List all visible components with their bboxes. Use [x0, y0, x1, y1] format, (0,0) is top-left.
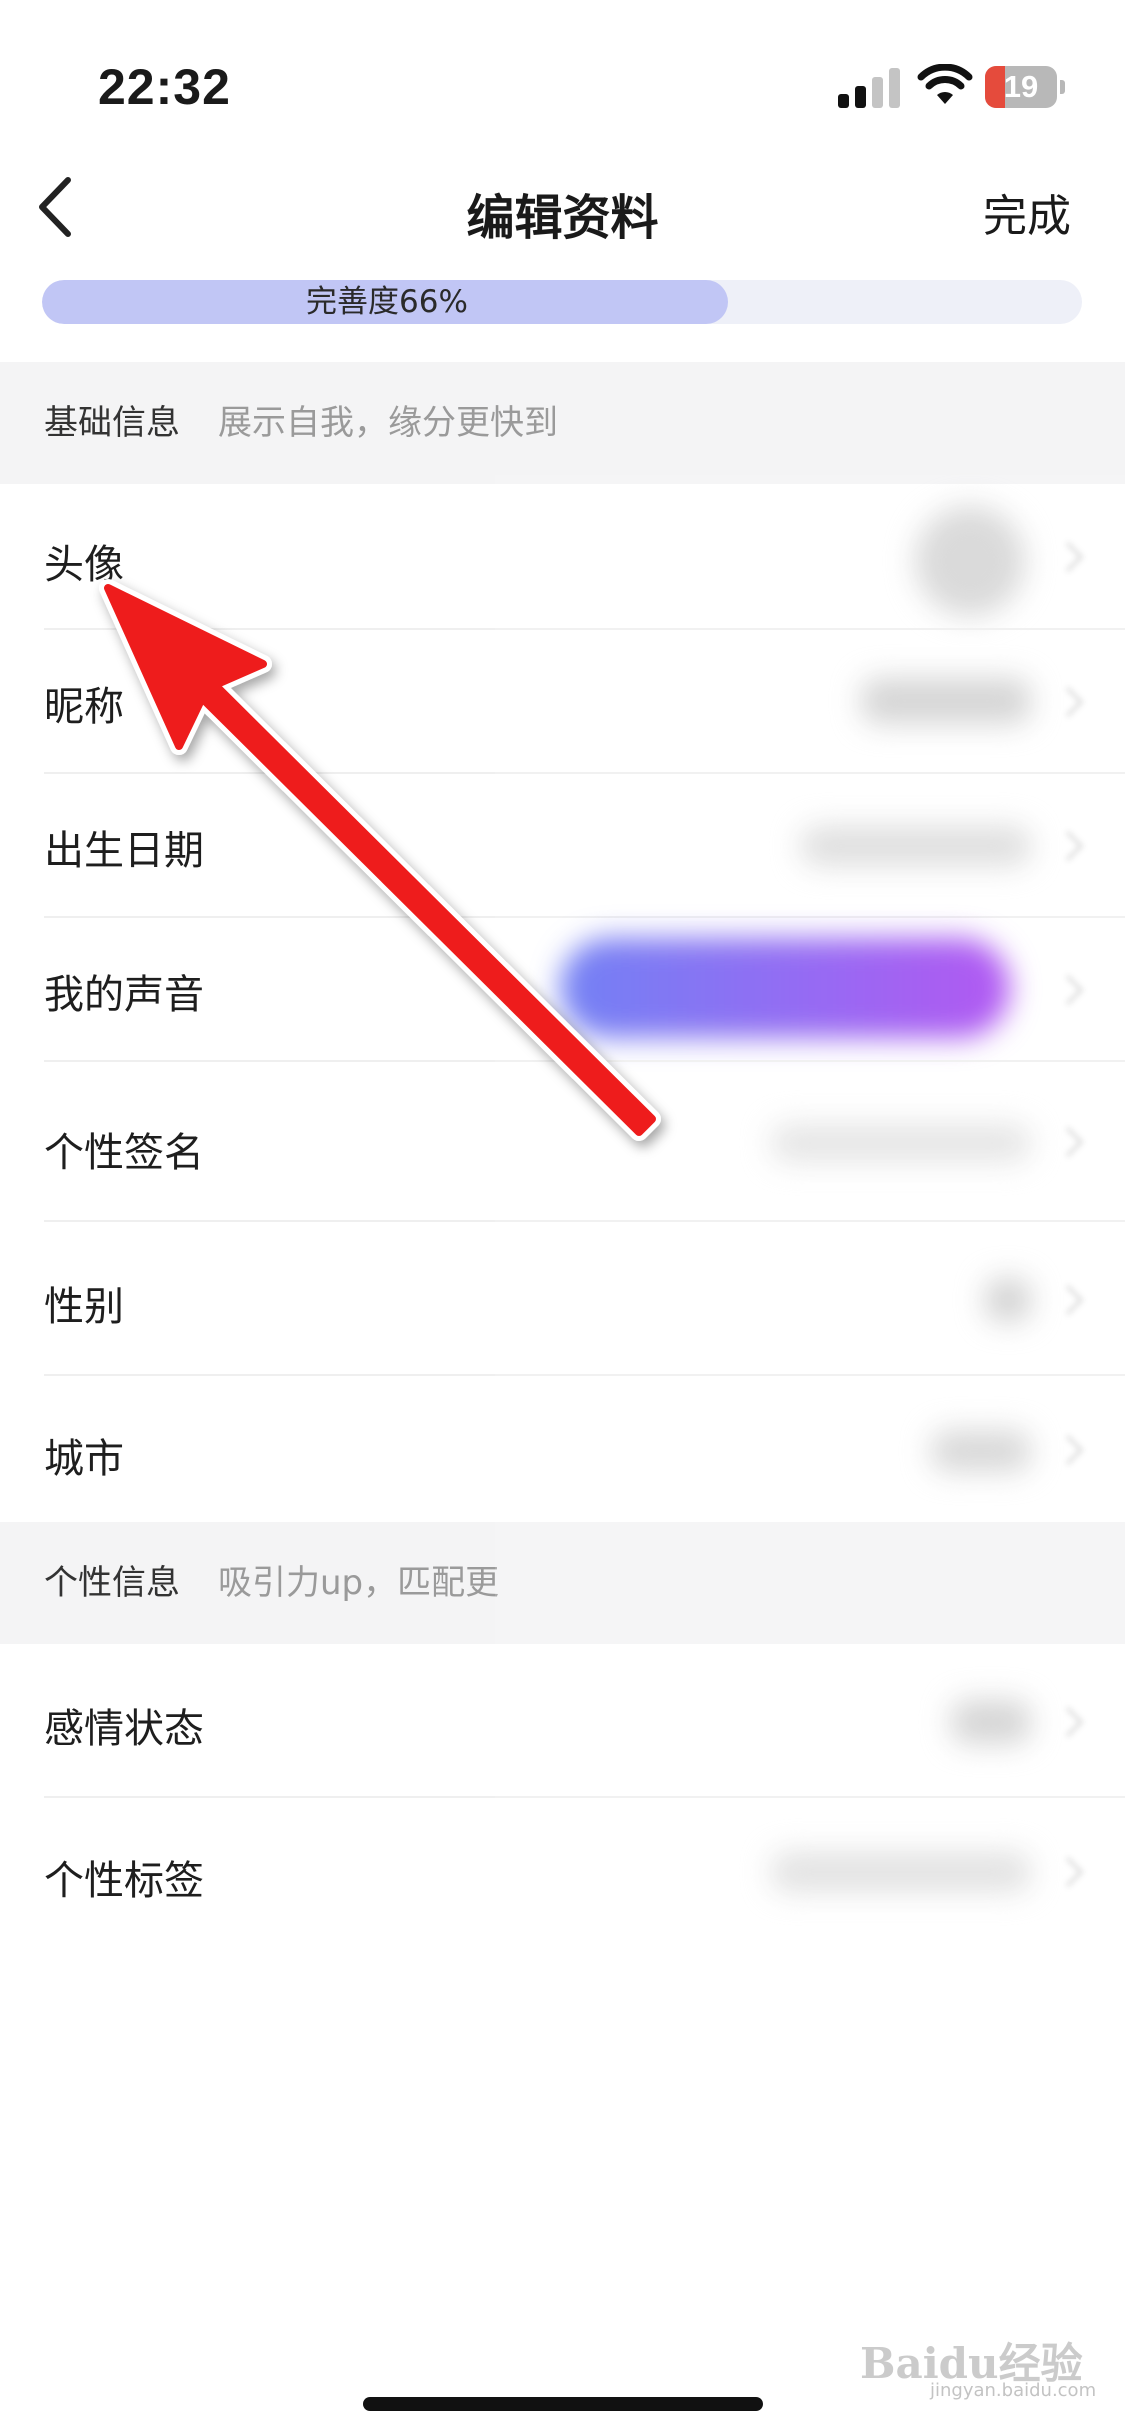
home-indicator [363, 2397, 763, 2411]
watermark-url: jingyan.baidu.com [930, 2380, 1097, 2401]
section-title: 个性信息 [44, 1563, 180, 1603]
status-time: 22:32 [98, 59, 231, 115]
section-subtitle: 展示自我，缘分更快到 [218, 403, 558, 443]
annotation-arrow-icon [99, 579, 661, 1141]
done-button[interactable]: 完成 [983, 180, 1071, 244]
wifi-icon [917, 64, 973, 104]
section-basic-info-header: 基础信息 展示自我，缘分更快到 [0, 362, 1125, 484]
section-title: 基础信息 [44, 403, 180, 443]
progress-label: 完善度66% [306, 284, 468, 320]
battery-level: 19 [1003, 69, 1039, 104]
cellular-signal-icon [838, 66, 900, 108]
battery-icon: 19 [985, 66, 1065, 108]
page-title: 编辑资料 [466, 190, 659, 246]
row-label: 性别 [44, 1284, 124, 1330]
profile-completion-progress: 完善度66% [42, 280, 1082, 324]
row-label: 城市 [44, 1436, 124, 1482]
row-label: 感情状态 [44, 1706, 204, 1752]
section-subtitle: 吸引力up，匹配更 [218, 1563, 500, 1603]
row-label: 个性标签 [44, 1858, 204, 1904]
